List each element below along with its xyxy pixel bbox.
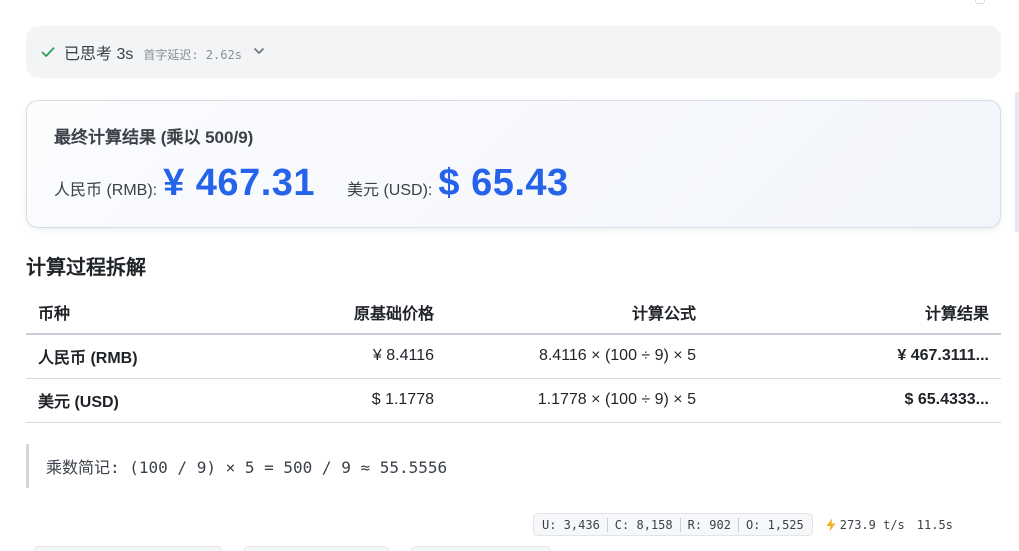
suggestion-chip[interactable] — [34, 546, 222, 551]
final-result-card: 最终计算结果 (乘以 500/9) 人民币 (RMB): ¥ 467.31 美元… — [26, 100, 1001, 228]
table-cell: $ 1.1778 — [266, 378, 446, 423]
table-cell: 1.1778 × (100 ÷ 9) × 5 — [446, 378, 736, 423]
result-title: 最终计算结果 (乘以 500/9) — [54, 128, 254, 147]
breakdown-heading: 计算过程拆解 — [26, 257, 146, 279]
usd-value: $ 65.43 — [438, 162, 569, 204]
table-cell: $ 65.4333... — [736, 378, 1001, 423]
duration-value: 11.5s — [916, 517, 953, 532]
suggestion-chip[interactable] — [411, 546, 551, 551]
cached-tokens: C: 8,158 — [614, 517, 673, 532]
divider — [679, 517, 681, 532]
output-tokens: O: 1,525 — [745, 517, 804, 532]
usd-label: 美元 (USD): — [347, 182, 433, 199]
multiplier-note: 乘数简记: (100 / 9) × 5 = 500 / 9 ≈ 55.5556 — [26, 444, 1001, 488]
breakdown-table: 币种 原基础价格 计算公式 计算结果 人民币 (RMB) ¥ 8.4116 8.… — [26, 290, 1001, 423]
thinking-status-bar[interactable]: 已思考 3s 首字延迟: 2.62s — [26, 26, 1001, 78]
speed-value: 273.9 t/s — [839, 517, 905, 532]
thinking-status-label: 已思考 3s — [64, 46, 134, 63]
divider — [737, 517, 739, 532]
window-corner-mark — [975, 0, 985, 4]
table-header-row: 币种 原基础价格 计算公式 计算结果 — [26, 290, 1001, 335]
table-cell: ¥ 467.3111... — [736, 334, 1001, 379]
table-cell: 8.4116 × (100 ÷ 9) × 5 — [446, 334, 736, 379]
check-icon — [40, 44, 56, 60]
generation-speed: 273.9 t/s — [825, 518, 905, 532]
input-tokens: U: 3,436 — [542, 517, 600, 532]
scrollbar[interactable] — [1015, 92, 1019, 232]
rmb-label: 人民币 (RMB): — [54, 182, 158, 199]
reasoning-tokens: R: 902 — [687, 517, 731, 532]
table-cell: 美元 (USD) — [26, 378, 266, 423]
chevron-down-icon[interactable] — [252, 44, 266, 58]
lightning-icon — [825, 518, 837, 532]
result-values: 人民币 (RMB): ¥ 467.31 美元 (USD): $ 65.43 — [54, 162, 973, 205]
column-header: 计算公式 — [446, 290, 736, 335]
token-stats: U: 3,436 C: 8,158 R: 902 O: 1,525 273.9 … — [533, 513, 953, 536]
rmb-value: ¥ 467.31 — [163, 162, 316, 204]
column-header: 计算结果 — [736, 290, 1001, 335]
table-cell: ¥ 8.4116 — [266, 334, 446, 379]
table-row: 人民币 (RMB) ¥ 8.4116 8.4116 × (100 ÷ 9) × … — [26, 334, 1001, 379]
suggestion-chip[interactable] — [244, 546, 389, 551]
table-cell: 人民币 (RMB) — [26, 334, 266, 379]
column-header: 原基础价格 — [266, 290, 446, 335]
table-row: 美元 (USD) $ 1.1778 1.1778 × (100 ÷ 9) × 5… — [26, 378, 1001, 423]
column-header: 币种 — [26, 290, 266, 335]
divider — [606, 517, 608, 532]
first-token-latency: 首字延迟: 2.62s — [143, 47, 242, 62]
token-usage-box: U: 3,436 C: 8,158 R: 902 O: 1,525 — [533, 513, 813, 536]
